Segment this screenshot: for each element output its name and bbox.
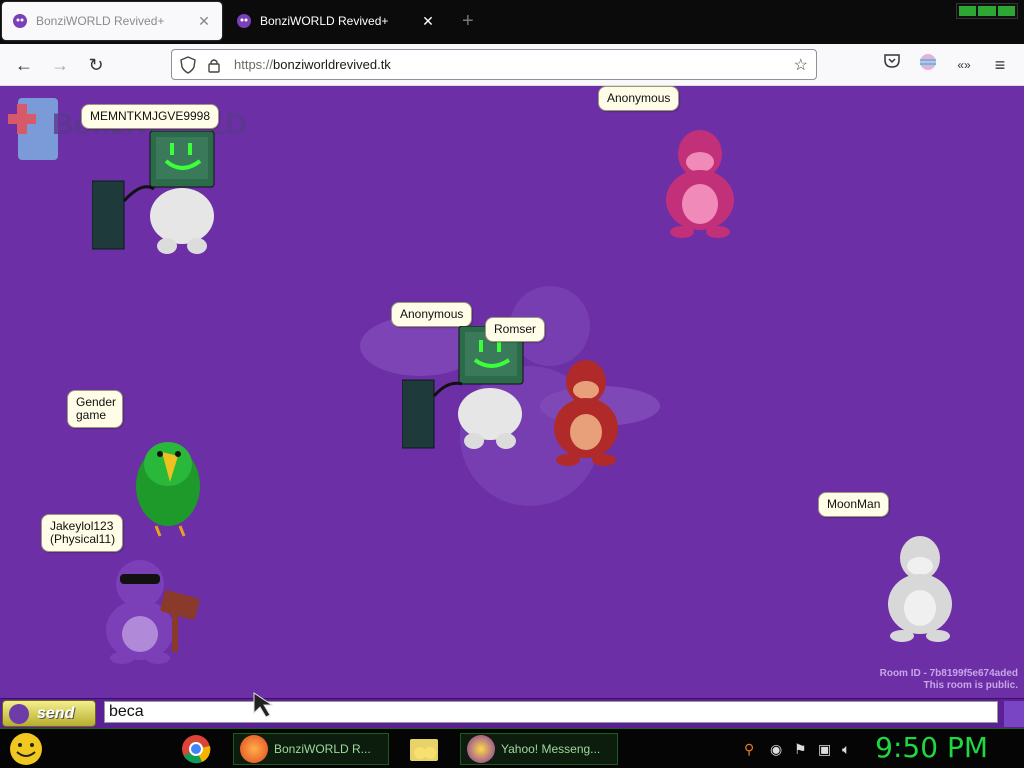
name-bubble: Jakeylol123 (Physical11) xyxy=(41,514,123,552)
bonzi-favicon-icon xyxy=(12,13,28,29)
task-yahoo-messenger[interactable]: Yahoo! Messeng... xyxy=(460,733,618,765)
bookmark-star-icon[interactable]: ☆ xyxy=(794,55,808,75)
chat-scroll-handle[interactable] xyxy=(1004,701,1024,727)
bonzi-favicon-icon xyxy=(236,13,252,29)
window-controls[interactable] xyxy=(956,3,1018,19)
chat-input[interactable] xyxy=(104,701,998,723)
send-label: send xyxy=(37,704,75,722)
start-button[interactable] xyxy=(4,733,48,765)
name-bubble: Anonymous xyxy=(598,86,680,111)
status-icon[interactable]: ◉ xyxy=(770,741,782,758)
name-bubble: Gender game xyxy=(67,390,123,428)
volume-icon[interactable]: 🔈︎ xyxy=(842,741,850,758)
url-host: bonziworldrevived.tk xyxy=(273,57,391,72)
green-parrot[interactable] xyxy=(132,434,204,540)
url-bar[interactable]: https://bonziworldrevived.tk ☆ xyxy=(171,49,817,80)
room-info: Room ID - 7b8199f5e674aded This room is … xyxy=(880,668,1018,692)
close-tab-icon[interactable]: ✕ xyxy=(196,13,212,30)
new-tab-button[interactable]: + xyxy=(462,10,474,33)
url-protocol: https:// xyxy=(234,57,274,72)
pocket-icon[interactable] xyxy=(880,53,904,77)
network-icon[interactable]: ▣ xyxy=(818,741,831,758)
folder-icon[interactable] xyxy=(406,733,442,765)
name-bubble: Anonymous xyxy=(391,302,473,327)
menu-icon[interactable]: ≡ xyxy=(988,53,1012,77)
smiley-start-icon xyxy=(10,733,42,765)
reload-icon[interactable]: ↻ xyxy=(84,53,108,77)
room-id: Room ID - 7b8199f5e674aded xyxy=(879,668,1018,679)
chat-bar: send xyxy=(0,692,1024,728)
computer-head-bonzi[interactable] xyxy=(92,131,227,256)
name-line-2: game xyxy=(76,408,107,422)
red-bonzi[interactable] xyxy=(544,354,628,468)
forward-icon[interactable]: → xyxy=(48,53,72,77)
taskbar: BonziWORLD R... Yahoo! Messeng... ⚲ ◉ ⚑ … xyxy=(0,728,1024,768)
account-icon[interactable] xyxy=(916,53,940,77)
game-canvas[interactable]: BonziWORLD MEMNTKMJGVE9998 Anonymous Ano… xyxy=(0,86,1024,698)
task-label: Yahoo! Messeng... xyxy=(501,742,601,756)
lock-icon[interactable] xyxy=(207,57,221,78)
extension-icon[interactable]: «» xyxy=(952,53,976,77)
url-text: https://bonziworldrevived.tk xyxy=(234,57,391,72)
bonzi-head-icon xyxy=(9,703,29,724)
white-bonzi[interactable] xyxy=(878,530,962,644)
back-icon[interactable]: ← xyxy=(12,53,36,77)
tab-bonziworld-1[interactable]: BonziWORLD Revived+ ✕ xyxy=(2,2,222,40)
yahoo-messenger-icon xyxy=(467,735,495,763)
tab-title: BonziWORLD Revived+ xyxy=(260,14,389,28)
name-bubble: Romser xyxy=(485,317,546,342)
tab-title: BonziWORLD Revived+ xyxy=(36,14,165,28)
shield-icon[interactable] xyxy=(180,56,196,79)
chrome-icon[interactable] xyxy=(180,733,212,765)
clock[interactable]: 9:50 PM xyxy=(875,731,988,764)
close-tab-icon[interactable]: ✕ xyxy=(420,13,436,30)
flag-icon[interactable]: ⚑ xyxy=(794,741,807,758)
task-bonziworld[interactable]: BonziWORLD R... xyxy=(233,733,389,765)
browser-nav-bar: ← → ↻ https://bonziworldrevived.tk ☆ «» … xyxy=(0,44,1024,86)
purple-bonzi-sunglasses[interactable] xyxy=(96,554,202,664)
browser-tab-bar: BonziWORLD Revived+ ✕ BonziWORLD Revived… xyxy=(0,0,1024,44)
pink-bonzi[interactable] xyxy=(658,124,742,240)
computer-head-bonzi[interactable] xyxy=(402,326,532,451)
search-icon[interactable]: ⚲ xyxy=(744,741,754,758)
name-bubble: MoonMan xyxy=(818,492,890,517)
name-bubble: MEMNTKMJGVE9998 xyxy=(81,104,220,129)
send-button[interactable]: send xyxy=(2,700,96,727)
room-status: This room is public. xyxy=(923,680,1018,691)
mouse-cursor-icon xyxy=(253,692,274,718)
task-label: BonziWORLD R... xyxy=(274,742,371,756)
firefox-icon xyxy=(240,735,268,763)
tab-bonziworld-2[interactable]: BonziWORLD Revived+ ✕ xyxy=(226,2,446,40)
name-line-2: (Physical11) xyxy=(50,532,116,546)
